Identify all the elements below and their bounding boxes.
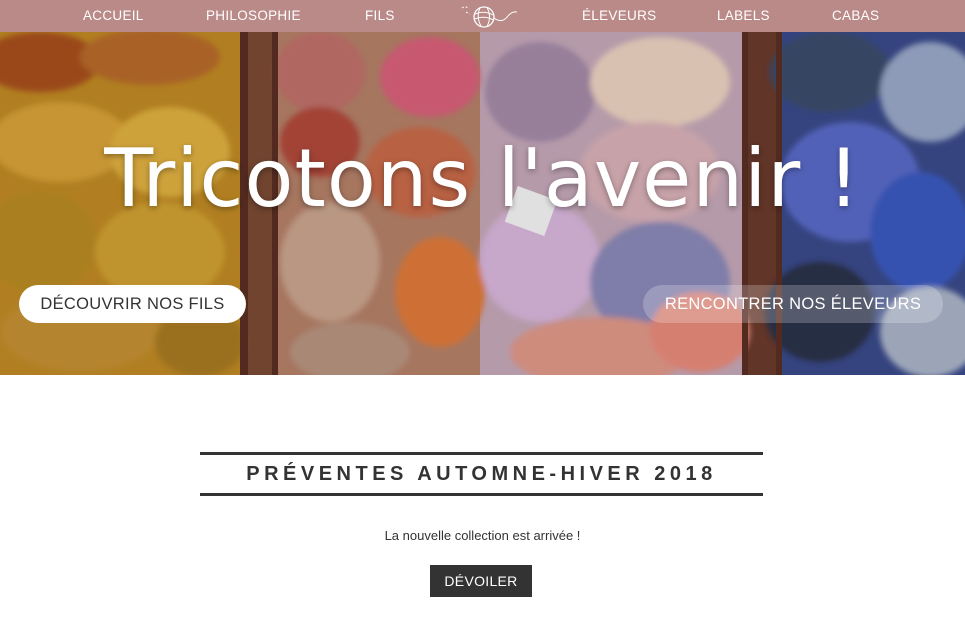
reveal-button[interactable]: DÉVOILER: [430, 565, 532, 597]
nav-item-accueil[interactable]: ACCUEIL: [83, 8, 144, 23]
nav-item-philosophie[interactable]: PHILOSOPHIE: [206, 8, 301, 23]
discover-yarns-button[interactable]: DÉCOUVRIR NOS FILS: [19, 285, 246, 323]
presale-title: PRÉVENTES AUTOMNE-HIVER 2018: [200, 452, 763, 496]
nav-item-labels[interactable]: LABELS: [717, 8, 770, 23]
meet-breeders-button[interactable]: RENCONTRER NOS ÉLEVEURS: [643, 285, 943, 323]
top-navigation: ACCUEIL PHILOSOPHIE FILS ÉLEVEURS LABELS…: [0, 0, 965, 32]
hero-title: Tricotons l'avenir !: [104, 132, 861, 225]
yarn-ball-icon[interactable]: [454, 2, 518, 30]
nav-item-cabas[interactable]: CABAS: [832, 8, 879, 23]
nav-item-eleveurs[interactable]: ÉLEVEURS: [582, 8, 656, 23]
hero-banner: Tricotons l'avenir ! DÉCOUVRIR NOS FILS …: [0, 32, 965, 375]
nav-item-fils[interactable]: FILS: [365, 8, 395, 23]
presale-subtitle: La nouvelle collection est arrivée !: [384, 528, 581, 543]
